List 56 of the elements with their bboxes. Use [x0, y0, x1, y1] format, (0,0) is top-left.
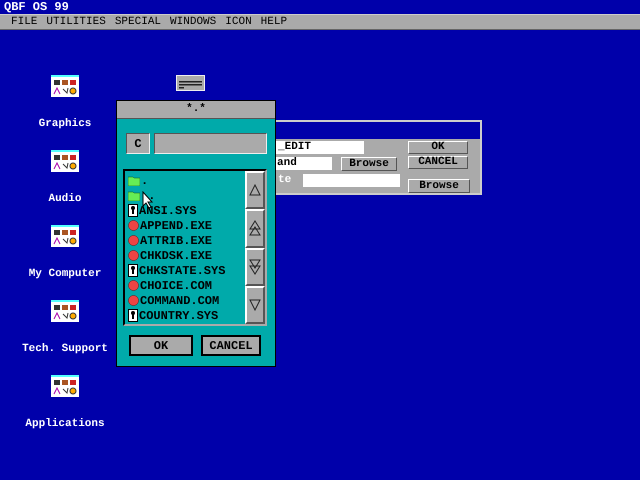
list-entry[interactable]: COUNTRY.SYS: [128, 308, 245, 323]
menu-item[interactable]: ICON: [225, 16, 252, 28]
dialog-button[interactable]: OK: [408, 141, 468, 154]
app-group-icon[interactable]: [50, 150, 79, 172]
app-group-icon[interactable]: [50, 300, 79, 322]
list-entry[interactable]: CHOICE.COM: [128, 278, 245, 293]
page-up-button[interactable]: [245, 209, 265, 248]
app-group-icon[interactable]: [51, 375, 79, 397]
program-icon: [128, 295, 139, 306]
list-entry[interactable]: ANSI.SYS: [128, 203, 245, 218]
icon-label[interactable]: Audio: [48, 194, 82, 205]
page-down-button[interactable]: [245, 248, 265, 286]
icon-label[interactable]: Graphics: [38, 119, 92, 130]
browse-button[interactable]: Browse: [341, 157, 397, 171]
scroll-down-button[interactable]: [245, 286, 265, 324]
drive-box[interactable]: C: [126, 133, 150, 154]
document-icon: [128, 309, 138, 322]
icon-label[interactable]: Applications: [25, 419, 105, 430]
menu-item[interactable]: FILE: [11, 16, 38, 28]
folder-icon: [128, 176, 140, 186]
folder-icon: [128, 190, 140, 200]
menu-item[interactable]: SPECIAL: [114, 16, 162, 28]
field-label: te: [277, 175, 292, 186]
list-entry[interactable]: APPEND.EXE: [128, 218, 245, 233]
path-field[interactable]: [154, 133, 267, 154]
program-icon: [128, 220, 139, 231]
icon-label[interactable]: My Computer: [28, 269, 102, 280]
list-entry[interactable]: .: [128, 173, 245, 188]
menu-item[interactable]: HELP: [260, 16, 288, 28]
down-triangle-icon: [248, 258, 262, 276]
up-triangle-icon: [248, 219, 262, 238]
icon-label[interactable]: Tech. Support: [22, 344, 108, 355]
list-entry[interactable]: CHKSTATE.SYS: [128, 263, 245, 278]
list-entry[interactable]: CHKDSK.EXE: [128, 248, 245, 263]
list-entry[interactable]: ATTRIB.EXE: [128, 233, 245, 248]
program-icon: [128, 235, 139, 246]
window-title: QBF OS 99: [4, 1, 69, 13]
text-field[interactable]: and: [276, 157, 332, 170]
document-icon: [128, 204, 138, 217]
list-entry[interactable]: COMMAND.COM: [128, 293, 245, 308]
scroll-up-button[interactable]: [245, 171, 265, 210]
text-field[interactable]: _EDIT: [276, 141, 364, 154]
dialog-button[interactable]: CANCEL: [408, 156, 468, 169]
dialog-button[interactable]: OK: [129, 335, 193, 356]
dialog-button[interactable]: CANCEL: [201, 335, 261, 356]
menu-item[interactable]: WINDOWS: [170, 16, 216, 28]
menu-item[interactable]: UTILITIES: [46, 16, 106, 28]
app-group-icon[interactable]: [51, 75, 79, 97]
document-icon: [128, 264, 138, 277]
file-dialog-title: *.*: [186, 104, 206, 115]
program-icon: [128, 280, 139, 291]
app-group-icon[interactable]: [51, 225, 79, 247]
browse-button[interactable]: Browse: [408, 179, 470, 193]
text-field[interactable]: [303, 174, 400, 187]
minimized-window-icon[interactable]: [176, 75, 205, 91]
program-icon: [128, 250, 139, 261]
